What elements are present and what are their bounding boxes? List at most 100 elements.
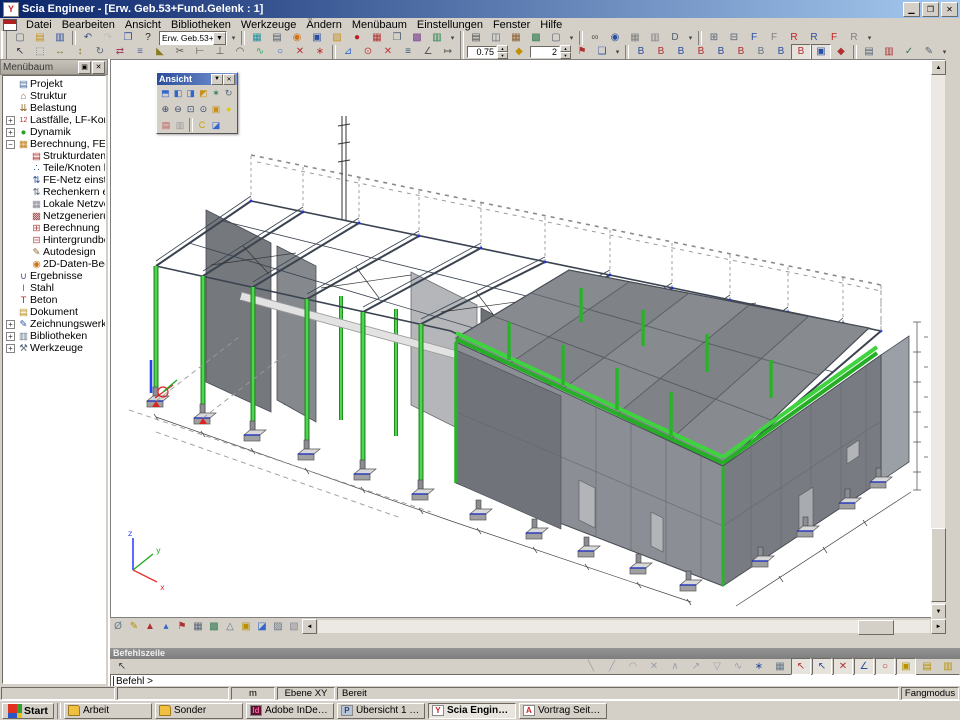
chevron-down-icon[interactable]: ▼ [211,74,223,85]
spinner-down-icon[interactable]: ▼ [497,52,508,59]
taskbar-task-arbeit[interactable]: Arbeit [64,703,152,719]
line2-tool-icon[interactable]: ╱ [602,658,622,675]
render-mode-icon[interactable]: ▴ [158,618,174,635]
scale-apply-icon[interactable]: ◆ [509,44,529,61]
multiplier-spinner-value[interactable]: 2 [530,46,560,58]
status-plane[interactable]: Ebene XY [277,687,335,700]
render-settings-icon[interactable]: ◪ [209,118,223,132]
properties-icon[interactable]: ≡ [398,44,418,61]
snap-ortho-icon[interactable]: ∠ [854,658,874,675]
parameter-view-icon[interactable]: ▧ [286,618,302,635]
pointer-icon[interactable]: ↖ [112,658,132,675]
zoom-all-icon[interactable]: ⊙ [197,102,210,116]
break-icon[interactable]: ⊥ [210,44,230,61]
copy-view-icon[interactable]: ▥ [173,118,187,132]
close-icon[interactable]: ✕ [92,61,105,74]
sidebar-item-beton[interactable]: TBeton [3,294,105,306]
sidebar-item-teile-knoten-koppeln[interactable]: ∴Teile/Knoten koppeln [3,162,105,174]
sidebar-item-fe-netz-einstellen[interactable]: ⇅FE-Netz einstellen [3,174,105,186]
loadcase-b9-icon[interactable]: B [791,44,811,61]
taskbar-task-vortrag-seite1-pdf-[interactable]: AVortrag Seite1.pdf ... [519,703,607,719]
move-vertical-icon[interactable]: ↕ [70,44,90,61]
select-arrow-icon[interactable]: ↖ [10,44,30,61]
outline-view-icon[interactable]: △ [222,618,238,635]
sidebar-item-bibliotheken[interactable]: +▥Bibliotheken [3,330,105,342]
plane-tool-icon[interactable]: ▽ [707,658,727,675]
scroll-down-icon[interactable]: ▼ [931,604,946,619]
solid-view-icon[interactable]: ◪ [254,618,270,635]
scale-spinner[interactable]: 0.75 ▲▼ [467,46,508,58]
more-icon[interactable]: ▾ [939,44,950,61]
sidebar-item-stahl[interactable]: IStahl [3,282,105,294]
spinner-down-icon[interactable]: ▼ [560,52,571,59]
sidebar-item-lokale-netzverdichtung[interactable]: ▦Lokale Netzverdichtung [3,198,105,210]
array-copy-icon[interactable]: ≡ [130,44,150,61]
scale-spinner-value[interactable]: 0.75 [467,46,497,58]
snap-library-icon[interactable]: ▥ [938,658,958,675]
multiplier-spinner[interactable]: 2 ▲▼ [530,46,571,58]
sidebar-item-autodesign[interactable]: ✎Autodesign [3,246,105,258]
tree-expander-icon[interactable]: + [6,128,15,137]
loadcase-b6-icon[interactable]: B [731,44,751,61]
snap-node-icon[interactable]: ▣ [896,658,916,675]
erase-icon[interactable]: ✕ [378,44,398,61]
close-button[interactable]: ✕ [941,2,958,17]
start-button[interactable]: Start [2,703,54,719]
vector-tool-icon[interactable]: ↗ [686,658,706,675]
ansicht-header[interactable]: Ansicht ▼ ✕ [157,73,237,85]
panel-header[interactable]: Menübaum ▣ ✕ [0,59,108,75]
dimension-icon[interactable]: ↦ [438,44,458,61]
mirror-icon[interactable]: ⇄ [110,44,130,61]
labels-view-icon[interactable]: ▣ [238,618,254,635]
taskbar-task--bersicht-1-paint[interactable]: PÜbersicht 1 - Paint [337,703,425,719]
axonometric-view-icon[interactable]: ◩ [197,86,210,100]
sidebar-item-belastung[interactable]: ⇊Belastung [3,102,105,114]
import-doc-icon[interactable]: ▥ [879,44,899,61]
toolbar-grip[interactable] [1,45,7,59]
arc-tool-icon[interactable]: ◠ [623,658,643,675]
move-icon[interactable]: ↔ [50,44,70,61]
toolbar-grip[interactable] [1,31,7,45]
rotate-view-icon[interactable]: ↻ [222,86,235,100]
loadcase-b4-icon[interactable]: B [691,44,711,61]
vertical-scrollbar[interactable]: ▲ ▼ [931,60,945,619]
view-side-icon[interactable]: ◨ [184,86,197,100]
sidebar-item-werkzeuge[interactable]: +⚒Werkzeuge [3,342,105,354]
spinner-up-icon[interactable]: ▲ [497,45,508,52]
sidebar-item-strukturdaten-kontrollieren[interactable]: ▤Strukturdaten kontrollieren [3,150,105,162]
tree-expander-icon[interactable]: + [6,332,15,341]
menu-bibliotheken[interactable]: Bibliotheken [166,19,236,31]
clip-box-icon[interactable]: ▣ [210,102,223,116]
point-snap-icon[interactable]: ⊙ [358,44,378,61]
snap-settings-icon[interactable]: ▤ [917,658,937,675]
delete-icon[interactable]: ✕ [290,44,310,61]
color-settings-icon[interactable]: C [195,118,209,132]
loadcase-b2-icon[interactable]: B [651,44,671,61]
sidebar-item-projekt[interactable]: ▤Projekt [3,78,105,90]
sidebar-item-lastfaelle[interactable]: +12Lastfälle, LF-Kombinationen [3,114,105,126]
activity-flag-icon[interactable]: ⚑ [572,44,592,61]
export-doc-icon[interactable]: ▤ [859,44,879,61]
minimize-button[interactable]: ▁ [903,2,920,17]
sidebar-item-berechnung[interactable]: ⊞Berechnung [3,222,105,234]
edit-doc-icon[interactable]: ✎ [919,44,939,61]
shade-mode-icon[interactable]: ▲ [142,618,158,635]
vertical-scroll-thumb[interactable] [931,528,946,602]
annotate-pen-icon[interactable]: ✎ [126,618,142,635]
3d-viewport[interactable]: z y x Ansicht ▼ ✕ ⬒◧◨◩✶↻ ⊕⊖⊡⊙▣● ▤▥ C◪ ▲ [110,59,945,618]
walk-view-icon[interactable]: ✶ [210,86,223,100]
extend-icon[interactable]: ⊢ [190,44,210,61]
sidebar-item-berechnung-fe-netz[interactable]: −▦Berechnung, FE-Netz [3,138,105,150]
snap-intersection-icon[interactable]: ✕ [833,658,853,675]
zoom-window-icon[interactable]: ⊡ [184,102,197,116]
angle-icon[interactable]: ∠ [418,44,438,61]
trim-icon[interactable]: ✂ [170,44,190,61]
grid-snap-icon[interactable]: ▦ [770,658,790,675]
rotate-icon[interactable]: ↻ [90,44,110,61]
taskbar-task-sonder[interactable]: Sonder [155,703,243,719]
sidebar-item-2d-daten-beobachter[interactable]: ◉2D-Daten-Beobachter [3,258,105,270]
cross-tool-icon[interactable]: ✕ [644,658,664,675]
hatch-view-icon[interactable]: ▨ [270,618,286,635]
restore-button[interactable]: ❐ [922,2,939,17]
line-tool-icon[interactable]: ╲ [581,658,601,675]
